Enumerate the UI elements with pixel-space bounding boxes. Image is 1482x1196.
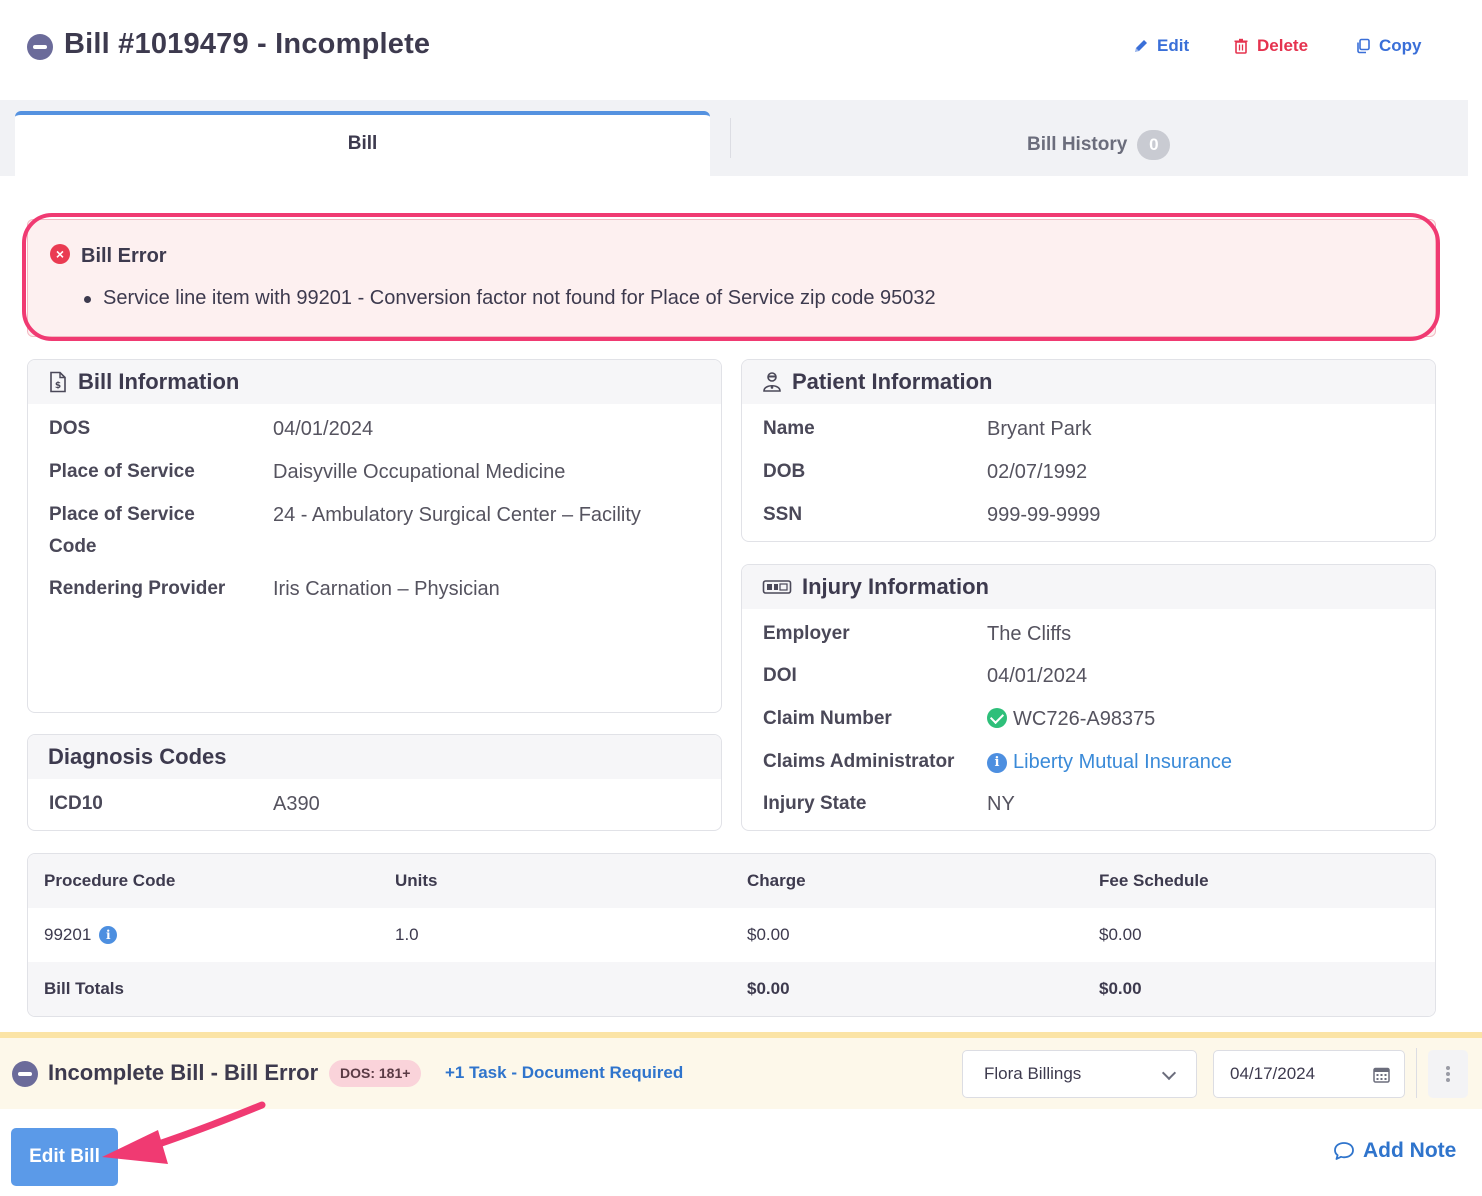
bill-totals-label: Bill Totals [44,979,124,998]
units-cell: 1.0 [395,925,419,944]
pos-code-label-line2: Code [49,536,97,557]
table-totals-row: Bill Totals $0.00 $0.00 [28,962,1435,1016]
total-charge: $0.00 [747,979,790,998]
card-title: Patient Information [792,369,993,394]
chevron-down-icon [1161,1065,1177,1081]
pencil-icon [1135,40,1147,52]
tab-bill-history-label: Bill History [1027,134,1128,155]
status-bar-divider [1416,1048,1417,1098]
bill-information-card: $ Bill Information [27,359,722,713]
due-date-value: 04/17/2024 [1230,1064,1316,1083]
tab-bill[interactable]: Bill [15,111,710,177]
card-header: Injury Information [742,565,1435,609]
card-header: $ Bill Information [28,360,721,404]
due-date-input[interactable]: 04/17/2024 [1213,1050,1405,1098]
add-note-button[interactable]: Add Note [1333,1139,1456,1163]
procedure-code-text: 99201 [44,925,92,944]
icd10-label: ICD10 [49,793,103,814]
delete-label: Delete [1257,36,1309,55]
add-note-label: Add Note [1363,1139,1457,1162]
bill-doc-icon: $ [50,371,66,393]
dos-label: DOS [49,418,91,439]
claims-administrator-link[interactable]: i Liberty Mutual Insurance [987,746,1232,778]
procedure-table: Procedure Code Units Charge Fee Schedule… [27,853,1436,1017]
place-of-service-label: Place of Service [49,461,195,482]
col-header-procedure-code: Procedure Code [44,871,176,890]
employer-value: The Cliffs [987,623,1072,645]
edit-button[interactable]: Edit [1133,36,1189,56]
card-header: Patient Information [742,360,1435,404]
rendering-provider-label: Rendering Provider [49,578,226,599]
card-header: Diagnosis Codes [28,735,721,779]
injury-state-value: NY [987,793,1015,815]
arrow-annotation [102,1101,266,1164]
table-header-row: Procedure Code Units Charge Fee Schedule [28,854,1435,908]
history-count-badge: 0 [1137,130,1171,160]
claims-administrator-text: Liberty Mutual Insurance [1013,751,1233,773]
assignee-value: Flora Billings [984,1064,1082,1083]
ssn-label: SSN [763,504,803,525]
col-header-fee-schedule: Fee Schedule [1099,871,1209,890]
dob-label: DOB [763,461,806,482]
page-title: Bill #1019479 - Incomplete [64,28,431,60]
info-icon[interactable]: i [99,926,118,944]
diagnosis-codes-card: Diagnosis Codes [27,734,722,831]
page-header: Bill #1019479 - Incomplete Edit Delete C… [0,0,1482,100]
copy-button[interactable]: Copy [1355,36,1422,56]
highlight-outline [22,213,1440,341]
table-row: 99201 i 1.0 $0.00 $0.00 [28,908,1435,962]
card-title: Injury Information [802,574,989,599]
card-title: Diagnosis Codes [48,744,227,769]
patient-icon [763,372,781,392]
minus-circle-icon [12,1061,38,1087]
pos-code-label: Place of Service [49,504,195,525]
kebab-icon[interactable] [1428,1050,1468,1098]
minus-circle-icon [27,34,53,60]
check-circle-icon [987,708,1007,728]
delete-button[interactable]: Delete [1233,36,1308,56]
ssn-value: 999-99-9999 [987,504,1101,526]
doi-value: 04/01/2024 [987,665,1088,687]
claim-number-value: WC726-A98375 [987,703,1155,735]
col-header-charge: Charge [747,871,806,890]
icd10-value: A390 [273,793,320,815]
copy-label: Copy [1379,36,1422,55]
card-title: Bill Information [78,369,240,394]
assignee-select[interactable]: Flora Billings [962,1050,1197,1098]
employer-label: Employer [763,623,850,644]
claims-administrator-label: Claims Administrator [763,751,955,772]
copy-icon [1357,38,1370,54]
dos-value: 04/01/2024 [273,418,374,440]
calendar-icon[interactable] [1373,1066,1390,1083]
fee-schedule-cell: $0.00 [1099,925,1142,944]
svg-text:$: $ [55,381,61,391]
id-card-icon [762,580,792,594]
trash-icon [1234,38,1248,54]
task-link[interactable]: +1 Task - Document Required [445,1063,683,1083]
pos-code-value: 24 - Ambulatory Surgical Center – Facili… [273,504,641,526]
chat-bubble-icon [1334,1142,1354,1160]
patient-name-value: Bryant Park [987,418,1092,440]
claim-number-label: Claim Number [763,708,892,729]
injury-state-label: Injury State [763,793,867,814]
place-of-service-value: Daisyville Occupational Medicine [273,461,566,483]
rendering-provider-value: Iris Carnation – Physician [273,578,500,600]
dos-badge: DOS: 181+ [329,1060,422,1087]
doi-label: DOI [763,665,797,686]
edit-label: Edit [1157,36,1190,55]
info-icon: i [987,753,1007,773]
patient-name-label: Name [763,418,815,439]
charge-cell: $0.00 [747,925,790,944]
status-bar-title: Incomplete Bill - Bill Error [48,1060,319,1085]
claim-number-text: WC726-A98375 [1013,708,1156,730]
total-fee-schedule: $0.00 [1099,979,1142,998]
col-header-units: Units [395,871,438,890]
tab-divider [730,118,731,158]
procedure-code-cell: 99201 i [44,908,118,962]
tab-bill-history[interactable]: Bill History 0 [1027,130,1171,160]
dob-value: 02/07/1992 [987,461,1088,483]
